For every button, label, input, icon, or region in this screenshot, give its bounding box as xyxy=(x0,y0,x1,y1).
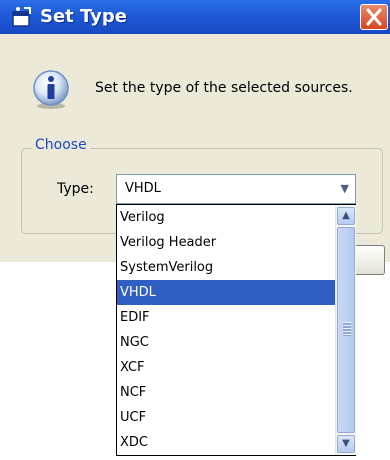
info-icon xyxy=(33,70,69,109)
option-ngc[interactable]: NGC xyxy=(117,330,335,355)
vertical-scrollbar[interactable]: ▲ ▼ xyxy=(335,205,356,455)
option-systemverilog[interactable]: SystemVerilog xyxy=(117,255,335,280)
dialog-title: Set Type xyxy=(40,6,128,27)
option-xdc[interactable]: XDC xyxy=(117,430,335,455)
close-icon xyxy=(366,8,382,26)
type-dropdown-list[interactable]: Verilog Verilog Header SystemVerilog VHD… xyxy=(116,204,356,456)
title-bar: Set Type xyxy=(0,0,390,34)
grip-icon xyxy=(343,322,351,336)
type-label: Type: xyxy=(57,181,94,197)
window-icon xyxy=(12,7,31,27)
scroll-down-button[interactable]: ▼ xyxy=(337,435,355,453)
scroll-thumb[interactable] xyxy=(337,227,355,433)
scroll-up-button[interactable]: ▲ xyxy=(337,207,355,225)
option-xcf[interactable]: XCF xyxy=(117,355,335,380)
option-ucf[interactable]: UCF xyxy=(117,405,335,430)
dialog-message: Set the type of the selected sources. xyxy=(95,80,353,96)
option-verilog[interactable]: Verilog xyxy=(117,205,335,230)
choose-group-label: Choose xyxy=(32,137,90,153)
option-edif[interactable]: EDIF xyxy=(117,305,335,330)
close-button[interactable] xyxy=(360,4,388,30)
type-combobox[interactable]: VHDL ▼ xyxy=(116,174,356,204)
option-vhdl[interactable]: VHDL xyxy=(117,280,335,305)
option-ncf[interactable]: NCF xyxy=(117,380,335,405)
type-options: Verilog Verilog Header SystemVerilog VHD… xyxy=(117,205,335,455)
type-combobox-value: VHDL xyxy=(125,181,161,196)
chevron-down-icon[interactable]: ▼ xyxy=(341,182,349,195)
option-verilog-header[interactable]: Verilog Header xyxy=(117,230,335,255)
